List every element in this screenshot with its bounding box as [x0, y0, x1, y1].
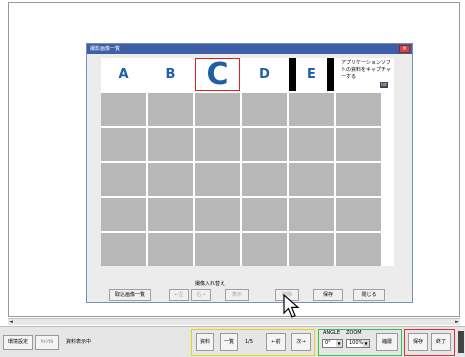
thumbnail-empty[interactable]: [336, 198, 381, 231]
thumbnail-empty[interactable]: [101, 93, 146, 126]
thumbnail-empty[interactable]: [336, 163, 381, 196]
thumbnail-empty[interactable]: [289, 198, 334, 231]
dialog-titlebar: 撮影画像一覧 ×: [87, 44, 412, 54]
zoom-value: 100%: [349, 340, 364, 346]
toolbar-save-button[interactable]: 保存: [408, 333, 428, 351]
thumbnail-empty[interactable]: [242, 198, 287, 231]
material-button[interactable]: 資料: [196, 333, 214, 351]
thumbnail-empty[interactable]: [195, 163, 240, 196]
thumbnail-empty[interactable]: [195, 198, 240, 231]
thumbnail-letter: E: [307, 67, 316, 82]
thumbnail-empty[interactable]: [195, 93, 240, 126]
thumbnail-c-selected[interactable]: C: [195, 57, 240, 92]
desktop-screen: 撮影画像一覧 × A B C D E アプリケーションソフトの資料をキャプチャー…: [0, 0, 465, 357]
end-button[interactable]: 終了: [431, 333, 451, 351]
thumbnail-empty[interactable]: [195, 233, 240, 266]
thumbnail-empty[interactable]: [148, 198, 193, 231]
dialog-title: 撮影画像一覧: [90, 46, 121, 52]
image-list-dialog: 撮影画像一覧 × A B C D E アプリケーションソフトの資料をキャプチャー…: [86, 43, 413, 303]
thumbnail-empty[interactable]: [289, 163, 334, 196]
thumbnail-empty[interactable]: [336, 128, 381, 161]
thumbnail-grid: A B C D E アプリケーションソフトの資料をキャプチャーする txt: [101, 57, 394, 266]
thumbnail-empty[interactable]: [336, 93, 381, 126]
thumbnail-letter: D: [259, 67, 270, 82]
zoom-label: ZOOM: [346, 330, 362, 336]
prev-button[interactable]: ←前: [266, 333, 286, 351]
thumbnail-empty[interactable]: [242, 163, 287, 196]
angle-select[interactable]: 0° ▼: [322, 339, 343, 348]
horizontal-scrollbar[interactable]: ◄ ►: [8, 318, 460, 325]
thumbnail-empty[interactable]: [289, 233, 334, 266]
document-icon: txt: [380, 82, 388, 88]
move-right-button[interactable]: 右→: [191, 289, 211, 301]
list-button[interactable]: 一覧: [220, 333, 238, 351]
shrink-button[interactable]: 縮層: [376, 333, 398, 351]
black-bar: [289, 58, 296, 91]
scroll-left-icon[interactable]: ◄: [9, 319, 13, 325]
thumbnail-empty[interactable]: [101, 128, 146, 161]
zoom-select[interactable]: 100% ▼: [346, 339, 370, 348]
status-text: 資料表示中: [66, 339, 92, 345]
thumbnail-empty[interactable]: [242, 233, 287, 266]
angle-value: 0°: [325, 340, 331, 346]
next-button[interactable]: 次→: [291, 333, 311, 351]
black-bar: [327, 58, 334, 91]
toolbar-edge: [458, 331, 464, 353]
thumbnail-empty[interactable]: [289, 128, 334, 161]
thumbnail-empty[interactable]: [336, 233, 381, 266]
thumbnail-empty[interactable]: [242, 93, 287, 126]
thumbnail-letter: A: [118, 67, 129, 82]
thumbnail-letter: B: [165, 67, 176, 82]
move-left-button[interactable]: ←左: [169, 289, 189, 301]
thumbnail-empty[interactable]: [195, 128, 240, 161]
display-button[interactable]: 表示: [225, 289, 249, 301]
chevron-down-icon: ▼: [363, 340, 369, 347]
thumbnail-empty[interactable]: [148, 233, 193, 266]
mouse-pointer-icon: [283, 294, 300, 318]
thumbnail-empty[interactable]: [242, 128, 287, 161]
thumbnail-e[interactable]: E: [289, 58, 334, 91]
thumbnail-empty[interactable]: [148, 93, 193, 126]
thumbnail-b[interactable]: B: [148, 58, 193, 91]
thumbnail-empty[interactable]: [101, 233, 146, 266]
import-list-button[interactable]: 取込画像一覧: [109, 289, 151, 301]
reorder-label: 撮像入れ替え: [195, 281, 226, 287]
angle-label: ANGLE: [323, 330, 340, 336]
thumbnail-letter: C: [206, 57, 229, 92]
env-settings-button[interactable]: 環境設定: [3, 335, 33, 350]
bottom-toolbar: 環境設定 ｷｬﾝｾﾙ 資料表示中 資料 一覧 1/5 ←前 次→ ANGLE Z…: [0, 326, 465, 357]
chevron-down-icon: ▼: [336, 340, 342, 347]
thumbnail-empty[interactable]: [148, 163, 193, 196]
close-icon[interactable]: ×: [399, 45, 410, 53]
page-count: 1/5: [245, 339, 254, 345]
scroll-right-icon[interactable]: ►: [455, 319, 459, 325]
cancel-button[interactable]: ｷｬﾝｾﾙ: [35, 335, 59, 350]
thumbnail-a[interactable]: A: [101, 58, 146, 91]
thumbnail-empty[interactable]: [148, 128, 193, 161]
thumbnail-empty[interactable]: [101, 198, 146, 231]
close-button[interactable]: 閉じる: [353, 289, 385, 301]
save-button[interactable]: 保存: [313, 289, 343, 301]
thumbnail-d[interactable]: D: [242, 58, 287, 91]
info-text: アプリケーションソフトの資料をキャプチャーする: [341, 60, 391, 80]
thumbnail-empty[interactable]: [101, 163, 146, 196]
thumbnail-empty[interactable]: [289, 93, 334, 126]
